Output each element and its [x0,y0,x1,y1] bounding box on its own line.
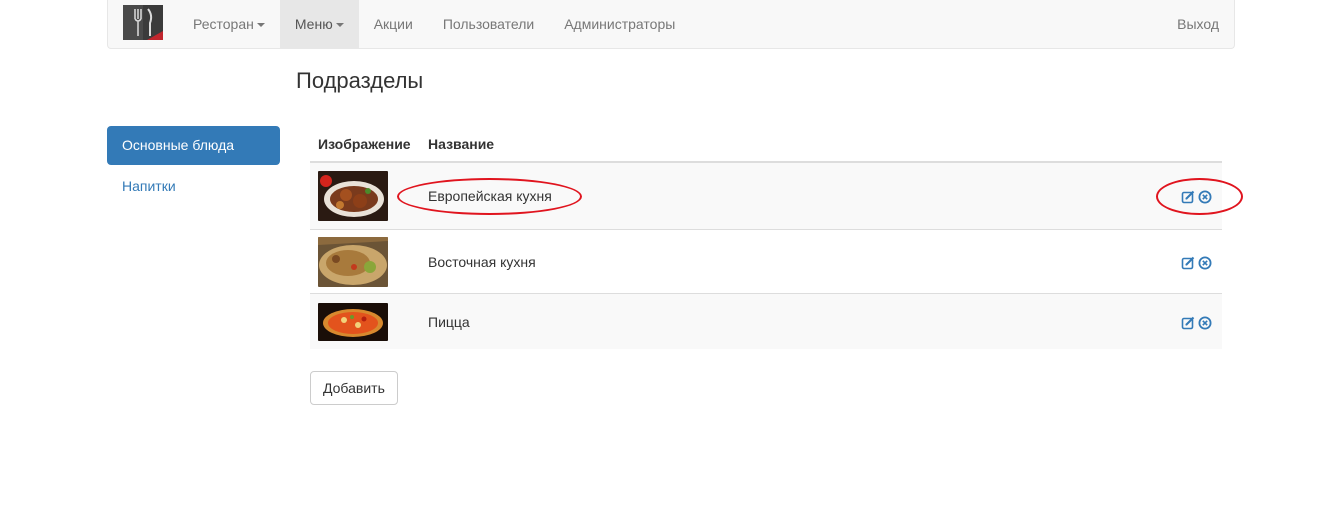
table-row: Пицца [310,293,1222,349]
delete-icon[interactable] [1198,190,1212,204]
column-header-name: Название [420,126,1005,163]
row-actions [1004,293,1222,349]
add-button[interactable]: Добавить [310,371,398,405]
delete-icon[interactable] [1198,316,1212,330]
row-name: Пицца [420,293,1005,349]
logout-link[interactable]: Выход [1162,0,1234,48]
fork-knife-icon [123,5,163,40]
row-name: Восточная кухня [420,229,1005,294]
table-row: Восточная кухня [310,229,1222,294]
european-dish-photo [318,171,388,221]
nav-item-restaurant[interactable]: Ресторан [178,0,280,48]
nav-item-users[interactable]: Пользователи [428,0,549,48]
nav-item-label: Ресторан [193,16,254,32]
subsections-table: Изображение Название Европейская кухня В… [310,126,1222,349]
nav-item-admins[interactable]: Администраторы [549,0,690,48]
nav-item-menu[interactable]: Меню [279,0,359,48]
caret-down-icon [335,23,344,28]
row-name: Европейская кухня [420,161,1005,230]
sidebar-item-main-dishes[interactable]: Основные блюда [107,126,280,165]
edit-icon[interactable] [1181,190,1195,204]
sidebar-item-drinks[interactable]: Напитки [107,167,280,206]
caret-down-icon [256,23,265,28]
nav-item-promotions[interactable]: Акции [359,0,428,48]
row-actions [1004,161,1222,230]
edit-icon[interactable] [1181,256,1195,270]
pilaf-dish-photo [318,236,388,287]
table-header-row: Изображение Название [310,126,1222,163]
row-actions [1004,229,1222,294]
column-header-actions [1004,126,1222,163]
nav-item-label: Меню [294,16,333,32]
delete-icon[interactable] [1198,256,1212,270]
subsections-table-wrapper: Изображение Название Европейская кухня В… [310,126,1222,349]
sidebar: Основные блюда Напитки [107,126,280,208]
brand-logo[interactable] [123,5,163,40]
nav-item-label: Администраторы [564,16,676,32]
top-navbar: Ресторан Меню Акции Пользователи Админис… [107,0,1235,49]
table-row: Европейская кухня [310,161,1222,230]
page-title: Подразделы [296,68,424,93]
nav-item-label: Акции [373,16,413,32]
nav-item-label: Пользователи [442,16,535,32]
main-nav: Ресторан Меню Акции Пользователи Админис… [178,0,690,48]
pizza-photo [318,302,388,341]
edit-icon[interactable] [1181,316,1195,330]
column-header-image: Изображение [310,126,420,163]
